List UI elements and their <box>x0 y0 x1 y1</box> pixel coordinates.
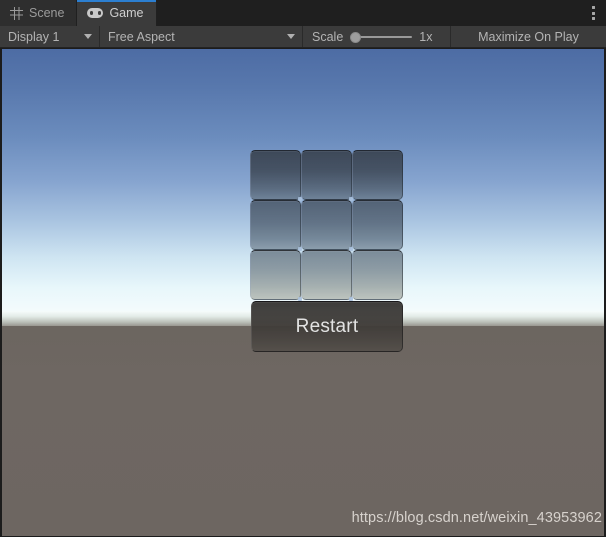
tab-game[interactable]: Game <box>77 0 157 26</box>
board-cell-1-3[interactable] <box>352 150 403 200</box>
board-cell-3-3[interactable] <box>352 250 403 300</box>
kebab-dot <box>591 17 595 20</box>
tab-strip-filler <box>156 0 580 26</box>
grid-icon <box>10 6 23 20</box>
rendered-scene: Restart https://blog.csdn.net/weixin_439… <box>2 49 604 536</box>
gamepad-icon <box>87 8 104 18</box>
maximize-on-play-label: Maximize On Play <box>478 29 579 44</box>
board-cell-2-3[interactable] <box>352 200 403 250</box>
board-cell-2-2[interactable] <box>301 200 353 251</box>
kebab-dot <box>591 11 595 15</box>
scale-slider[interactable] <box>350 30 413 44</box>
tab-scene-label: Scene <box>29 6 65 20</box>
display-dropdown[interactable]: Display 1 <box>0 26 100 47</box>
board-cell-3-2[interactable] <box>301 250 353 301</box>
board-cell-1-2[interactable] <box>301 150 353 201</box>
chevron-down-icon <box>84 34 92 39</box>
scale-slider-knob[interactable] <box>350 31 362 43</box>
ground-plane <box>2 326 604 536</box>
unity-game-view-window: Scene Game Display 1 Free Aspect Scale 1… <box>0 0 606 537</box>
tic-tac-toe-board <box>250 150 403 301</box>
kebab-menu-icon[interactable] <box>580 0 606 26</box>
watermark-text: https://blog.csdn.net/weixin_43953962 <box>351 510 602 526</box>
board-cell-1-1[interactable] <box>250 150 302 201</box>
display-dropdown-label: Display 1 <box>8 29 60 44</box>
kebab-dot <box>591 6 595 9</box>
game-view-toolbar: Display 1 Free Aspect Scale 1x Maximize … <box>0 26 606 48</box>
chevron-down-icon <box>287 34 295 39</box>
restart-button[interactable]: Restart <box>251 301 403 352</box>
tab-game-label: Game <box>109 6 144 20</box>
panel-tab-strip: Scene Game <box>0 0 606 26</box>
scale-control: Scale 1x <box>303 26 451 47</box>
aspect-ratio-dropdown[interactable]: Free Aspect <box>100 26 303 47</box>
aspect-ratio-label: Free Aspect <box>108 29 175 44</box>
board-cell-3-1[interactable] <box>250 250 302 301</box>
maximize-on-play-button[interactable]: Maximize On Play <box>451 26 606 47</box>
restart-button-label: Restart <box>295 315 359 337</box>
tab-scene[interactable]: Scene <box>0 0 78 26</box>
scale-slider-track <box>358 35 413 38</box>
scale-label: Scale <box>312 29 344 44</box>
board-cell-2-1[interactable] <box>250 200 302 251</box>
scale-value: 1x <box>419 29 433 44</box>
game-viewport[interactable]: Restart https://blog.csdn.net/weixin_439… <box>0 48 606 537</box>
